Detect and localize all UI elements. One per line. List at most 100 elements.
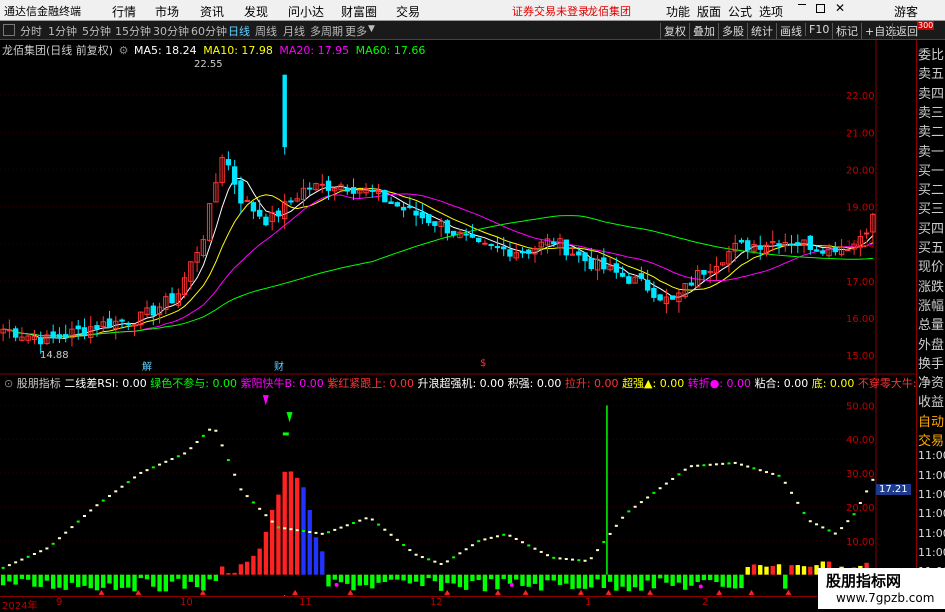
candle-body-56: [350, 187, 357, 194]
ind-bar-97: [607, 574, 613, 582]
panel-toggle-icon[interactable]: [3, 24, 15, 36]
ind-bar-116: [726, 574, 732, 588]
ind-bar-49: [307, 509, 312, 575]
period-monthly[interactable]: 月线: [281, 23, 307, 39]
rsi-dot-122: [765, 471, 768, 474]
rsi-dot-8: [51, 542, 55, 545]
menu-trade[interactable]: 交易: [396, 3, 420, 20]
ind-bar-110: [689, 574, 694, 586]
candle-body-75: [469, 234, 476, 238]
button-stats[interactable]: 统计: [747, 23, 776, 39]
candle-body-62: [388, 201, 394, 205]
ind-bar-17: [107, 574, 112, 584]
menu-wenxiaoda[interactable]: 问小达: [288, 3, 324, 20]
candle-body-103: [644, 279, 651, 291]
candle-body-55: [344, 187, 350, 192]
rsi-dot-106: [664, 482, 668, 485]
menu-quotes[interactable]: 行情: [112, 3, 136, 20]
rsi-dot-47: [295, 529, 299, 532]
kline-chart[interactable]: 22.00 21.00 20.00 19.00 18.00 17.00 16.00 15.00…: [0, 40, 916, 609]
ind-bar-86: [539, 574, 544, 591]
period-30min[interactable]: 30分钟: [151, 23, 191, 39]
candle-spike-body: [282, 74, 287, 148]
event-mark-unlock[interactable]: 解: [142, 358, 152, 373]
ind-item-10: 底: 0.00: [811, 377, 855, 390]
button-draw[interactable]: 画线: [776, 23, 805, 39]
period-5min[interactable]: 5分钟: [80, 23, 113, 39]
indicator-toggle-icon[interactable]: ⊙: [4, 377, 13, 390]
rsi-dot-54: [339, 526, 343, 529]
period-multi[interactable]: 多周期: [308, 23, 345, 39]
side-item-19: 自动: [918, 414, 945, 430]
rsi-dot-138: [865, 490, 869, 493]
ind-bar-92: [576, 574, 581, 589]
period-15min[interactable]: 15分钟: [113, 23, 153, 39]
button-multi-stock[interactable]: 多股: [718, 23, 747, 39]
ind-bar-101: [632, 574, 638, 588]
login-notice[interactable]: 证券交易未登录: [512, 3, 589, 19]
candle-body-66: [413, 210, 419, 216]
ind-bar-38: [238, 564, 244, 575]
menu-layout[interactable]: 版面: [697, 3, 721, 20]
button-overlay[interactable]: 叠加: [689, 23, 718, 39]
menu-formula[interactable]: 公式: [728, 3, 752, 20]
rsi-dot-31: [195, 441, 199, 444]
period-tick[interactable]: 分时: [18, 23, 44, 39]
candle-body-110: [688, 282, 695, 286]
menu-wealth[interactable]: 财富圈: [341, 3, 377, 20]
time-label-feb: 2: [702, 597, 709, 608]
rsi-dot-98: [614, 524, 618, 527]
chevron-down-icon[interactable]: ▼: [368, 24, 375, 34]
ind-bar-109: [682, 574, 688, 590]
close-icon[interactable]: ✕: [835, 1, 845, 15]
candle-body-93: [582, 252, 588, 262]
side-item-15: 外盘: [918, 337, 945, 353]
ind-bar-32: [201, 574, 206, 591]
candle-body-90: [563, 239, 569, 256]
event-mark-dividend[interactable]: $: [480, 358, 486, 369]
candle-body-63: [394, 202, 401, 207]
button-mark[interactable]: 标记: [832, 23, 861, 39]
rsi-dot-3: [20, 558, 24, 561]
event-mark-financial[interactable]: 财: [274, 358, 284, 373]
period-weekly[interactable]: 周线: [253, 23, 279, 39]
minimize-icon[interactable]: [798, 4, 806, 5]
user-guest[interactable]: 游客: [894, 3, 918, 20]
rsi-dot-118: [739, 463, 743, 466]
candle-body-121: [757, 245, 763, 250]
menu-news[interactable]: 资讯: [200, 3, 224, 20]
side-item-20: 交易: [918, 434, 945, 449]
ind-bar-124: [776, 564, 782, 575]
maximize-icon[interactable]: [816, 4, 825, 13]
magenta-dot-0: [334, 582, 339, 587]
candle-body-96: [601, 257, 607, 270]
candle-body-99: [619, 272, 626, 277]
rsi-dot-119: [746, 465, 750, 468]
period-more[interactable]: 更多: [343, 23, 369, 39]
ind-bar-123: [770, 565, 775, 575]
ind-bar-19: [119, 574, 125, 588]
period-60min[interactable]: 60分钟: [189, 23, 229, 39]
menu-discover[interactable]: 发现: [244, 3, 268, 20]
rsi-dot-61: [383, 528, 387, 531]
period-daily[interactable]: 日线: [226, 23, 252, 39]
menu-function[interactable]: 功能: [666, 3, 690, 20]
candle-body-81: [507, 249, 513, 257]
rsi-dot-48: [301, 530, 305, 533]
settings-gear-icon[interactable]: ⚙: [119, 44, 129, 57]
candle-body-88: [551, 241, 557, 245]
rsi-dot-71: [445, 560, 449, 563]
menu-options[interactable]: 选项: [759, 3, 783, 20]
indicator-name[interactable]: 股朋指标: [17, 377, 61, 390]
candle-body-17: [106, 318, 113, 328]
menu-market[interactable]: 市场: [155, 3, 179, 20]
button-f10[interactable]: F10: [805, 23, 832, 36]
button-adjust[interactable]: 复权: [660, 23, 689, 39]
ind-item-3: 紫红紧跟上: 0.00: [327, 377, 414, 390]
rsi-dot-64: [402, 543, 406, 546]
ind-bar-57: [357, 574, 362, 586]
ind-bar-117: [733, 574, 738, 589]
candle-body-9: [56, 334, 63, 339]
indicator-value-badge: 17.21: [876, 484, 911, 495]
period-1min[interactable]: 1分钟: [46, 23, 79, 39]
